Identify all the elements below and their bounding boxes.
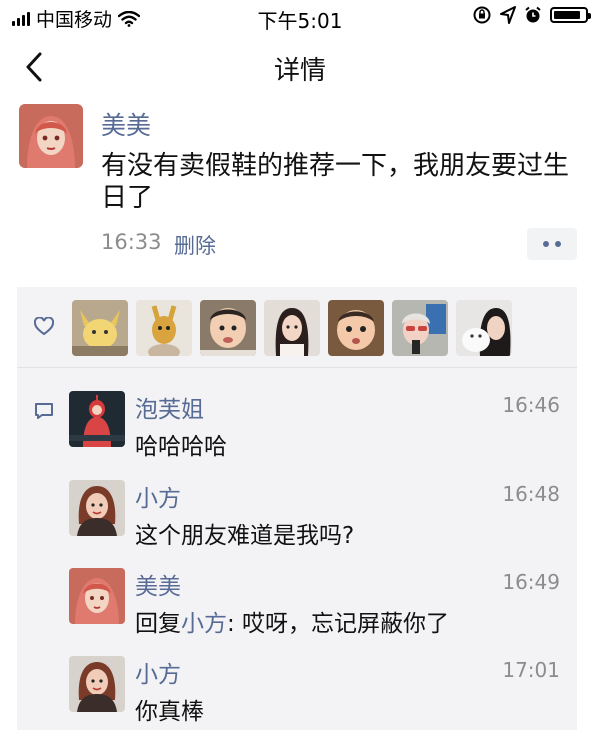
post-time: 16:33: [101, 230, 162, 254]
reply-body: : 哎呀，忘记屏蔽你了: [227, 611, 450, 637]
comment-time: 16:48: [502, 482, 560, 506]
like-avatar[interactable]: [136, 300, 192, 356]
likes-row: [17, 287, 577, 368]
like-avatar[interactable]: [328, 300, 384, 356]
interaction-panel: 泡芙姐 16:46 哈哈哈哈 小方 16:48 这个朋友难道是我吗? 美美 16…: [17, 287, 577, 730]
commenter-avatar[interactable]: [69, 568, 125, 624]
commenter-avatar[interactable]: [69, 391, 125, 447]
commenter-name[interactable]: 小方: [135, 655, 181, 689]
like-avatar[interactable]: [456, 300, 512, 356]
alarm-icon: [524, 6, 542, 24]
location-icon: [500, 6, 516, 24]
post-author-name[interactable]: 美美: [101, 106, 151, 142]
commenter-name[interactable]: 泡芙姐: [135, 390, 204, 424]
commenter-avatar[interactable]: [69, 656, 125, 712]
more-button[interactable]: [527, 228, 577, 260]
battery-fill: [554, 11, 580, 19]
delete-button[interactable]: 删除: [174, 230, 216, 260]
post-author-avatar[interactable]: [19, 104, 83, 168]
comment-time: 16:46: [502, 393, 560, 417]
rotation-lock-icon: [472, 5, 492, 25]
comment-time: 17:01: [502, 658, 560, 682]
status-bar: 中国移动 下午5:01: [0, 0, 600, 34]
comment-item: 小方 16:48 这个朋友难道是我吗?: [17, 476, 577, 564]
reply-target-name[interactable]: 小方: [181, 611, 227, 637]
comment-text[interactable]: 回复小方: 哎呀，忘记屏蔽你了: [135, 604, 449, 638]
commenter-name[interactable]: 小方: [135, 479, 181, 513]
comment-text[interactable]: 这个朋友难道是我吗?: [135, 516, 354, 550]
comment-time: 16:49: [502, 570, 560, 594]
battery-icon: [550, 7, 591, 23]
nav-bar: 详情: [0, 36, 600, 98]
comment-text[interactable]: 你真棒: [135, 692, 204, 726]
commenter-avatar[interactable]: [69, 480, 125, 536]
post-content: 有没有卖假鞋的推荐一下，我朋友要过生日了: [101, 151, 570, 213]
page-title: 详情: [273, 56, 326, 86]
comment-item: 美美 16:49 回复小方: 哎呀，忘记屏蔽你了: [17, 564, 577, 652]
status-right: [472, 5, 591, 25]
commenter-name[interactable]: 美美: [135, 567, 181, 601]
heart-icon: [34, 317, 54, 336]
comment-item: 小方 17:01 你真棒: [17, 652, 577, 740]
comment-item: 泡芙姐 16:46 哈哈哈哈: [17, 387, 577, 475]
like-avatar[interactable]: [72, 300, 128, 356]
reply-prefix: 回复: [135, 611, 181, 637]
like-avatar[interactable]: [200, 300, 256, 356]
like-avatar[interactable]: [264, 300, 320, 356]
comment-text[interactable]: 哈哈哈哈: [135, 427, 227, 461]
like-avatar[interactable]: [392, 300, 448, 356]
more-dots-icon: [543, 241, 549, 247]
